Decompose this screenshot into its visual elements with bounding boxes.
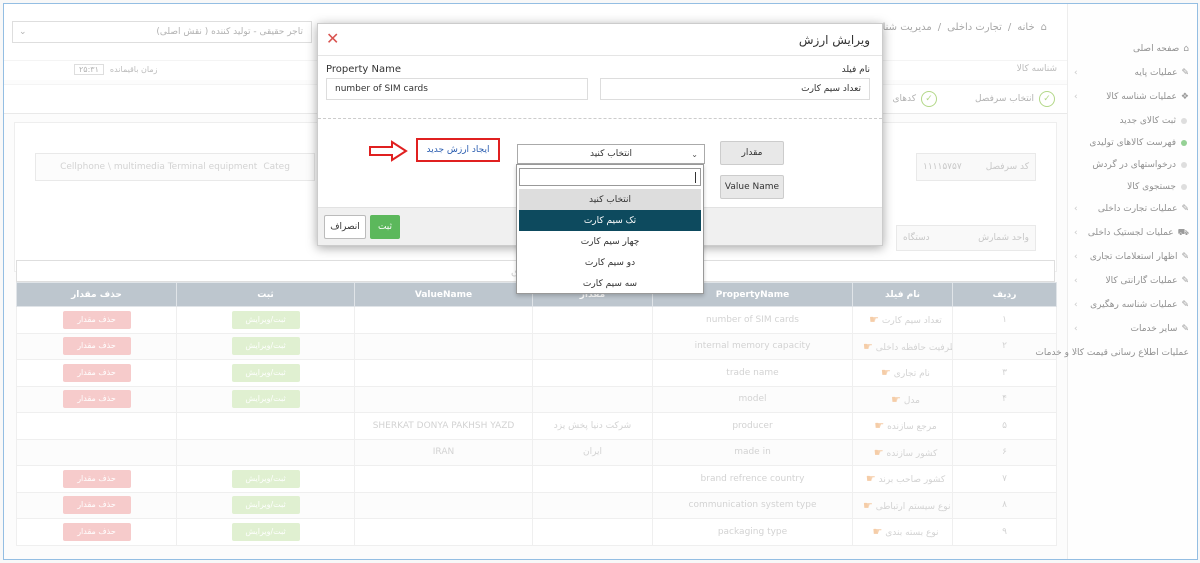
submit-button[interactable]: ثبت [370, 215, 400, 239]
dropdown-option[interactable]: چهار سیم کارت [519, 231, 701, 252]
chevron-down-icon: ⌄ [691, 149, 698, 159]
create-new-value-link[interactable]: ایجاد ارزش جدید [416, 138, 500, 162]
dropdown-option[interactable]: انتخاب کنید [519, 189, 701, 210]
modal-header: ویرایش ارزش ✕ [318, 24, 882, 56]
dropdown-option[interactable]: دو سیم کارت [519, 252, 701, 273]
value-select-text: انتخاب کنید [589, 149, 633, 159]
property-name-label: Property Name [326, 64, 401, 75]
value-button[interactable]: مقدار [720, 141, 784, 165]
value-dropdown: انتخاب کنید تک سیم کارت چهار سیم کارت دو سی… [516, 164, 704, 294]
cancel-button[interactable]: انصراف [324, 215, 366, 239]
arrow-right-icon [369, 140, 408, 162]
value-select[interactable]: انتخاب کنید ⌄ [517, 144, 705, 164]
field-name-input[interactable]: تعداد سیم کارت [600, 78, 870, 100]
dropdown-search-input[interactable] [519, 168, 701, 186]
dropdown-option[interactable]: تک سیم کارت [519, 210, 701, 231]
divider [318, 118, 882, 119]
close-icon[interactable]: ✕ [326, 29, 339, 48]
field-name-label: نام فیلد [841, 65, 870, 75]
modal-title: ویرایش ارزش [798, 33, 870, 47]
value-name-button[interactable]: Value Name [720, 175, 784, 199]
dropdown-option[interactable]: سه سیم کارت [519, 273, 701, 294]
property-name-input[interactable]: number of SIM cards [326, 78, 588, 100]
